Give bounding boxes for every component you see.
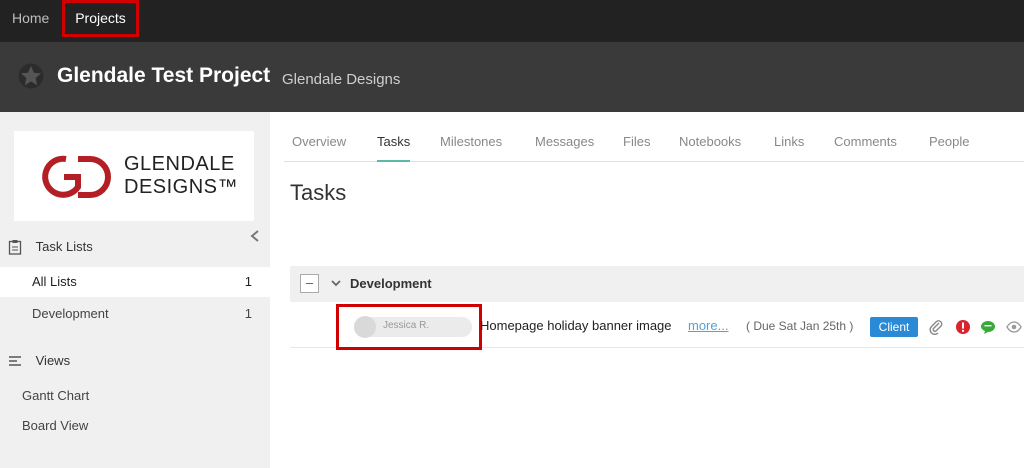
collapse-sidebar-icon[interactable] xyxy=(249,229,261,243)
tab-notebooks[interactable]: Notebooks xyxy=(679,134,741,162)
tab-files[interactable]: Files xyxy=(623,134,650,162)
tab-messages[interactable]: Messages xyxy=(535,134,594,162)
project-header: Glendale Test Project Glendale Designs xyxy=(0,42,1024,112)
task-lists-heading: Task Lists xyxy=(8,238,93,255)
task-group-name[interactable]: Development xyxy=(350,276,432,291)
tab-overview[interactable]: Overview xyxy=(292,134,346,162)
task-row: Jessica R. Homepage holiday banner image… xyxy=(290,302,1024,350)
logo-line-1: GLENDALE xyxy=(124,153,235,175)
star-icon[interactable] xyxy=(18,63,44,89)
tab-tasks[interactable]: Tasks xyxy=(377,134,411,162)
task-lists-label: Task Lists xyxy=(35,239,93,255)
alert-icon[interactable] xyxy=(955,319,971,335)
project-tabs: Overview Tasks Milestones Messages Files… xyxy=(284,128,1024,162)
gd-logo-mark xyxy=(42,155,111,198)
paperclip-icon[interactable] xyxy=(928,319,944,335)
board-view-link[interactable]: Board View xyxy=(22,418,88,433)
task-name[interactable]: Homepage holiday banner image xyxy=(480,318,672,333)
tab-people[interactable]: People xyxy=(929,134,969,162)
tab-comments[interactable]: Comments xyxy=(834,134,897,162)
clipboard-icon xyxy=(8,239,22,255)
sidebar-item-count: 1 xyxy=(244,306,252,321)
eye-icon[interactable] xyxy=(1006,319,1022,335)
logo-text: GLENDALE DESIGNS™ xyxy=(124,153,238,199)
company-name[interactable]: Glendale Designs xyxy=(282,71,400,88)
chevron-down-icon[interactable] xyxy=(331,279,341,287)
views-heading: Views xyxy=(8,352,70,368)
sidebar-item-development[interactable]: Development 1 xyxy=(0,299,270,329)
nav-home-link[interactable]: Home xyxy=(12,0,49,38)
project-title: Glendale Test Project xyxy=(57,64,271,87)
comment-icon[interactable] xyxy=(980,319,996,335)
client-badge[interactable]: Client xyxy=(870,317,918,337)
avatar xyxy=(354,316,376,338)
assignee-field[interactable]: Jessica R. xyxy=(336,304,482,350)
tab-milestones[interactable]: Milestones xyxy=(440,134,502,162)
top-navigation: Home Projects xyxy=(0,0,1024,42)
logo-line-2: DESIGNS™ xyxy=(124,176,239,198)
task-group-header: – Development xyxy=(290,266,1024,302)
tab-links[interactable]: Links xyxy=(774,134,804,162)
sidebar: GLENDALE DESIGNS™ Task Lists All Lists 1… xyxy=(0,112,270,468)
more-link[interactable]: more... xyxy=(688,318,728,333)
assignee-name: Jessica R. xyxy=(383,320,430,331)
sidebar-item-label: Development xyxy=(32,306,109,321)
due-date: ( Due Sat Jan 25th ) xyxy=(746,319,854,333)
nav-projects-link[interactable]: Projects xyxy=(62,0,139,37)
page-title: Tasks xyxy=(290,180,347,205)
gantt-chart-link[interactable]: Gantt Chart xyxy=(22,388,89,403)
sidebar-item-count: 1 xyxy=(244,274,252,289)
company-logo: GLENDALE DESIGNS™ xyxy=(14,131,254,221)
sidebar-item-label: All Lists xyxy=(32,274,77,289)
sidebar-item-all-lists[interactable]: All Lists 1 xyxy=(0,267,270,297)
lines-icon xyxy=(9,355,21,366)
collapse-group-button[interactable]: – xyxy=(300,274,319,293)
views-label: Views xyxy=(35,353,71,369)
